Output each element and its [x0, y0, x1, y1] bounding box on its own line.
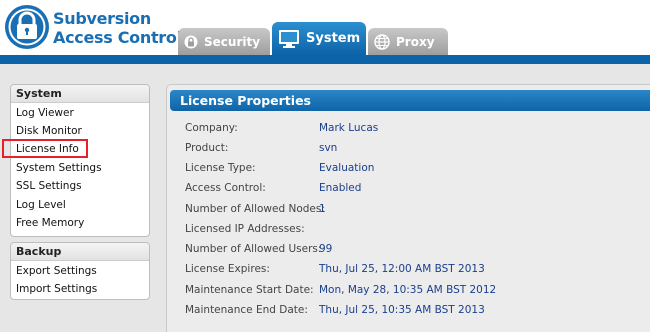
sidebar-item-export-settings[interactable]: Export Settings	[16, 265, 97, 277]
prop-label-allowed-nodes: Number of Allowed Nodes:	[185, 203, 325, 215]
prop-value-maintenance-start: Mon, May 28, 10:35 AM BST 2012	[319, 284, 497, 296]
sidebar-item-disk-monitor[interactable]: Disk Monitor	[16, 125, 82, 137]
license-properties-heading: License Properties	[170, 90, 650, 111]
sidebar-item-log-viewer[interactable]: Log Viewer	[16, 107, 74, 119]
tab-proxy-label: Proxy	[396, 34, 435, 49]
prop-value-allowed-nodes: 1	[319, 203, 326, 215]
header-strip	[0, 55, 650, 64]
prop-value-product: svn	[319, 142, 338, 154]
prop-label-access-control: Access Control:	[185, 182, 266, 194]
tab-system[interactable]: System	[272, 22, 366, 55]
prop-label-licensed-ip: Licensed IP Addresses:	[185, 223, 305, 235]
logo-line-2: Access Control	[53, 28, 182, 47]
tab-security[interactable]: Security	[178, 28, 270, 55]
sidebar-item-log-level[interactable]: Log Level	[16, 199, 66, 211]
sidebar-item-import-settings[interactable]: Import Settings	[16, 283, 97, 295]
shield-icon	[184, 35, 198, 49]
prop-value-access-control: Enabled	[319, 182, 362, 194]
prop-label-allowed-users: Number of Allowed Users:	[185, 243, 322, 255]
prop-value-maintenance-end: Thu, Jul 25, 10:35 AM BST 2013	[319, 304, 485, 316]
tab-system-label: System	[306, 31, 361, 46]
sidebar-system-heading: System	[11, 85, 149, 103]
app-header: Subversion Access Control Security Syste…	[0, 0, 650, 56]
app-logo-text: Subversion Access Control	[53, 9, 182, 47]
sidebar-item-free-memory[interactable]: Free Memory	[16, 217, 84, 229]
logo-line-1: Subversion	[53, 9, 151, 28]
sidebar-item-ssl-settings[interactable]: SSL Settings	[16, 180, 82, 192]
prop-value-company: Mark Lucas	[319, 122, 379, 134]
sidebar-system-panel: System Log Viewer Disk Monitor License I…	[10, 84, 150, 237]
prop-label-company: Company:	[185, 122, 238, 134]
prop-value-license-expires: Thu, Jul 25, 12:00 AM BST 2013	[319, 263, 485, 275]
globe-icon	[374, 33, 390, 50]
padlock-icon	[4, 4, 50, 50]
tab-proxy[interactable]: Proxy	[368, 28, 448, 55]
prop-value-license-type: Evaluation	[319, 162, 375, 174]
sidebar-backup-panel: Backup Export Settings Import Settings	[10, 242, 150, 300]
monitor-icon	[278, 29, 300, 49]
sidebar-item-system-settings[interactable]: System Settings	[16, 162, 102, 174]
license-info-highlight	[2, 139, 88, 158]
sidebar-backup-heading: Backup	[11, 243, 149, 261]
tab-security-label: Security	[204, 34, 261, 49]
prop-value-allowed-users: 99	[319, 243, 333, 255]
prop-label-license-type: License Type:	[185, 162, 256, 174]
prop-label-maintenance-start: Maintenance Start Date:	[185, 284, 314, 296]
prop-label-product: Product:	[185, 142, 229, 154]
prop-label-license-expires: License Expires:	[185, 263, 270, 275]
prop-label-maintenance-end: Maintenance End Date:	[185, 304, 308, 316]
